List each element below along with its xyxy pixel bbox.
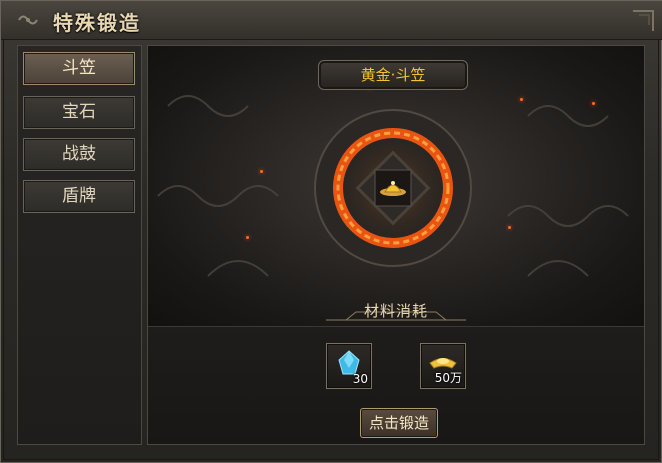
forge-button[interactable]: 点击锻造	[360, 408, 438, 438]
tab-hat[interactable]: 斗笠	[23, 52, 135, 85]
window-title: 特殊锻造	[53, 11, 141, 35]
forge-panel: 黄金·斗笠 材料消耗 30 50万 点击锻造	[147, 45, 645, 445]
forge-display: 黄金·斗笠 材料消耗	[148, 46, 644, 326]
material-quantity: 50万	[434, 371, 462, 385]
tab-war-drum[interactable]: 战鼓	[23, 138, 135, 171]
material-slot-gold[interactable]: 50万	[420, 343, 466, 389]
forge-ring	[313, 108, 473, 268]
title-bar: 特殊锻造	[1, 1, 662, 40]
spark	[246, 236, 249, 239]
tab-gem[interactable]: 宝石	[23, 96, 135, 129]
materials-title: 材料消耗	[363, 302, 428, 320]
item-name: 黄金·斗笠	[360, 66, 426, 84]
corner-ornament-icon	[633, 10, 654, 31]
spark	[520, 98, 523, 101]
hat-icon	[380, 181, 406, 196]
tab-shield[interactable]: 盾牌	[23, 180, 135, 213]
category-sidebar: 斗笠 宝石 战鼓 盾牌	[17, 45, 142, 445]
forge-window: 特殊锻造 斗笠 宝石 战鼓 盾牌 黄金·斗笠 材料消耗 30 50万 点击锻造	[0, 0, 662, 463]
spark	[508, 226, 511, 229]
scroll-ornament-icon	[18, 15, 38, 25]
spark	[592, 102, 595, 105]
item-name-plate: 黄金·斗笠	[318, 60, 468, 90]
spark	[260, 170, 263, 173]
material-slot-gem[interactable]: 30	[326, 343, 372, 389]
material-quantity: 30	[352, 372, 368, 386]
materials-header: 材料消耗	[148, 298, 644, 328]
